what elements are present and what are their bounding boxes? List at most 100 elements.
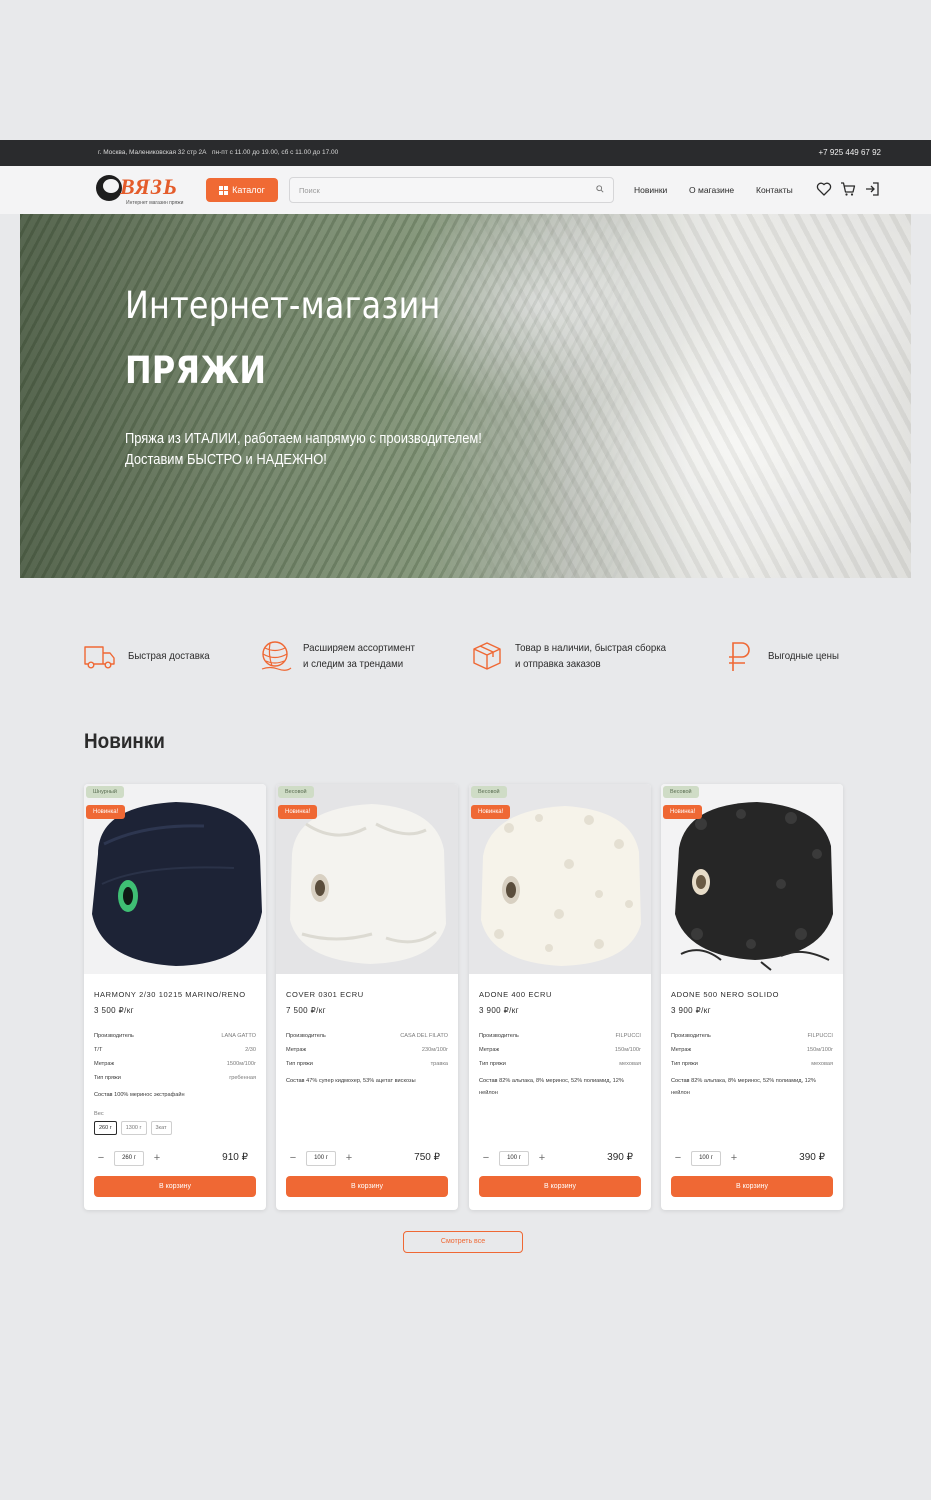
- feature-prices: Выгодные цены: [723, 636, 845, 676]
- composition: Состав 100% меринос экстрафайн: [94, 1092, 185, 1098]
- site-logo[interactable]: ВЯЗЬ Интернет магазин пряжи: [96, 172, 192, 208]
- price-per-kg: 3 900 ₽/кг: [671, 1006, 711, 1015]
- spec-label: Метраж: [479, 1047, 500, 1053]
- phone-link[interactable]: +7 925 449 67 92: [818, 148, 881, 157]
- yarn-ball-icon: [261, 641, 292, 671]
- spec-value: FILPUCCI: [615, 1033, 642, 1039]
- product-type-badge: Шнурный: [86, 786, 124, 798]
- ruble-icon: [729, 642, 750, 671]
- spec-label: Тип пряжи: [94, 1075, 121, 1081]
- new-badge: Новинка!: [663, 805, 703, 819]
- add-to-cart-button[interactable]: В корзину: [671, 1176, 833, 1197]
- hero-subtitle-line1: Пряжа из ИТАЛИИ, работаем напрямую с про…: [125, 430, 482, 447]
- hero-banner: Интернет-магазин ПРЯЖИ Пряжа из ИТАЛИИ, …: [20, 214, 911, 578]
- new-badge: Новинка!: [278, 805, 318, 819]
- feature-stock-line1: Товар в наличии, быстрая сборка: [515, 642, 667, 654]
- product-specs: Производитель CASA DEL FILATO Метраж 230м/…: [286, 1033, 448, 1087]
- weight-option-260[interactable]: 260 г: [94, 1121, 117, 1135]
- logo-tagline: Интернет магазин пряжи: [126, 200, 184, 206]
- product-card[interactable]: Шнурный Новинка! HARMONY 2/30 10215 MARI…: [84, 784, 266, 1210]
- product-price: 910 ₽: [222, 1152, 248, 1163]
- search-input[interactable]: [290, 178, 580, 202]
- feature-assortment: Расширяем ассортимент и следим за тренда…: [258, 636, 425, 676]
- nav-novelties[interactable]: Новинки: [634, 185, 667, 195]
- product-card[interactable]: Весовой Новинка! COVER 0301 ECRU 7 500 ₽…: [276, 784, 458, 1210]
- spec-label: Метраж: [671, 1047, 692, 1053]
- spec-value: 150м/100г: [614, 1047, 641, 1053]
- truck-icon: [84, 646, 115, 669]
- plus-button[interactable]: +: [535, 1152, 549, 1164]
- section-title-novelties: Новинки: [84, 730, 165, 753]
- product-specs: Производитель LANA GATTO Т/Т 2/30 Метраж 15…: [94, 1033, 256, 1101]
- weight-label: Вес: [94, 1111, 104, 1117]
- plus-button[interactable]: +: [727, 1152, 741, 1164]
- minus-button[interactable]: −: [479, 1152, 493, 1164]
- quantity-value[interactable]: 260 г: [114, 1150, 144, 1166]
- nav-about[interactable]: О магазине: [689, 185, 734, 195]
- cart-icon[interactable]: [840, 181, 856, 197]
- quantity-value[interactable]: 100 г: [499, 1150, 529, 1166]
- spec-label: Метраж: [286, 1047, 307, 1053]
- minus-button[interactable]: −: [286, 1152, 300, 1164]
- add-to-cart-button[interactable]: В корзину: [479, 1176, 641, 1197]
- spec-label: Производитель: [479, 1033, 519, 1039]
- spec-value: гребенная: [229, 1075, 256, 1081]
- site-header: ВЯЗЬ Интернет магазин пряжи Каталог Нови…: [0, 166, 931, 214]
- heart-icon[interactable]: [816, 181, 832, 197]
- nav-contacts[interactable]: Контакты: [756, 185, 793, 195]
- feature-assortment-line2: и следим за трендами: [303, 658, 404, 670]
- spec-label: Производитель: [671, 1033, 711, 1039]
- login-icon[interactable]: [864, 181, 880, 197]
- feature-stock-line2: и отправка заказов: [515, 658, 601, 670]
- yarn-ball-logo-icon: [96, 175, 122, 201]
- composition: Состав 82% альпака, 8% меринос, 52% поли…: [479, 1078, 624, 1096]
- weight-options: 260 г 1300 г 3кат: [94, 1121, 172, 1135]
- quantity-stepper: − 260 г +: [94, 1150, 166, 1166]
- feature-delivery-text: Быстрая доставка: [128, 650, 210, 662]
- spec-value: 230м/100г: [421, 1047, 448, 1053]
- feature-stock: Товар в наличии, быстрая сборка и отправ…: [470, 636, 679, 676]
- plus-button[interactable]: +: [342, 1152, 356, 1164]
- quantity-value[interactable]: 100 г: [691, 1150, 721, 1166]
- hero-subtitle: Пряжа из ИТАЛИИ, работаем напрямую с про…: [125, 428, 482, 470]
- product-price: 390 ₽: [799, 1152, 825, 1163]
- product-price: 750 ₽: [414, 1152, 440, 1163]
- view-all-button[interactable]: Смотреть все: [403, 1231, 523, 1253]
- quantity-stepper: − 100 г +: [671, 1150, 743, 1166]
- feature-delivery: Быстрая доставка: [83, 636, 217, 676]
- catalog-button-label: Каталог: [232, 185, 265, 195]
- price-per-kg: 3 900 ₽/кг: [479, 1006, 519, 1015]
- spec-label: Тип пряжи: [479, 1061, 506, 1067]
- quantity-stepper: − 100 г +: [479, 1150, 551, 1166]
- weight-option-1300[interactable]: 1300 г: [120, 1121, 147, 1135]
- product-name[interactable]: ADONE 400 ECRU: [479, 990, 552, 999]
- hero-title-line1: Интернет-магазин: [125, 284, 441, 327]
- spec-value: FILPUCCI: [807, 1033, 834, 1039]
- composition: Состав 82% альпака, 8% меринос, 52% поли…: [671, 1078, 816, 1096]
- product-type-badge: Весовой: [663, 786, 699, 798]
- weight-option-3kat[interactable]: 3кат: [150, 1121, 172, 1135]
- product-name[interactable]: ADONE 500 NERO SOLIDO: [671, 990, 779, 999]
- product-card[interactable]: Весовой Новинка! ADONE 500 NERO SOLIDO 3…: [661, 784, 843, 1210]
- plus-button[interactable]: +: [150, 1152, 164, 1164]
- product-specs: Производитель FILPUCCI Метраж 150м/100г Ти…: [479, 1033, 641, 1099]
- spec-label: Тип пряжи: [286, 1061, 313, 1067]
- product-name[interactable]: COVER 0301 ECRU: [286, 990, 364, 999]
- product-specs: Производитель FILPUCCI Метраж 150м/100г Ти…: [671, 1033, 833, 1099]
- quantity-value[interactable]: 100 г: [306, 1150, 336, 1166]
- add-to-cart-button[interactable]: В корзину: [94, 1176, 256, 1197]
- minus-button[interactable]: −: [94, 1152, 108, 1164]
- hero-subtitle-line2: Доставим БЫСТРО и НАДЕЖНО!: [125, 451, 327, 468]
- search-icon[interactable]: [596, 185, 604, 193]
- store-address: г. Москва, Малениковская 32 стр 2А: [98, 149, 207, 156]
- price-per-kg: 3 500 ₽/кг: [94, 1006, 134, 1015]
- add-to-cart-button[interactable]: В корзину: [286, 1176, 448, 1197]
- product-name[interactable]: HARMONY 2/30 10215 MARINO/RENO: [94, 990, 246, 999]
- product-card[interactable]: Весовой Новинка! ADONE 400 ECRU 3 900 ₽/…: [469, 784, 651, 1210]
- catalog-button[interactable]: Каталог: [206, 178, 278, 202]
- minus-button[interactable]: −: [671, 1152, 685, 1164]
- spec-value: меховая: [619, 1061, 641, 1067]
- hero-title-line2: ПРЯЖИ: [125, 349, 267, 392]
- spec-value: меховая: [811, 1061, 833, 1067]
- spec-value: травка: [430, 1061, 448, 1067]
